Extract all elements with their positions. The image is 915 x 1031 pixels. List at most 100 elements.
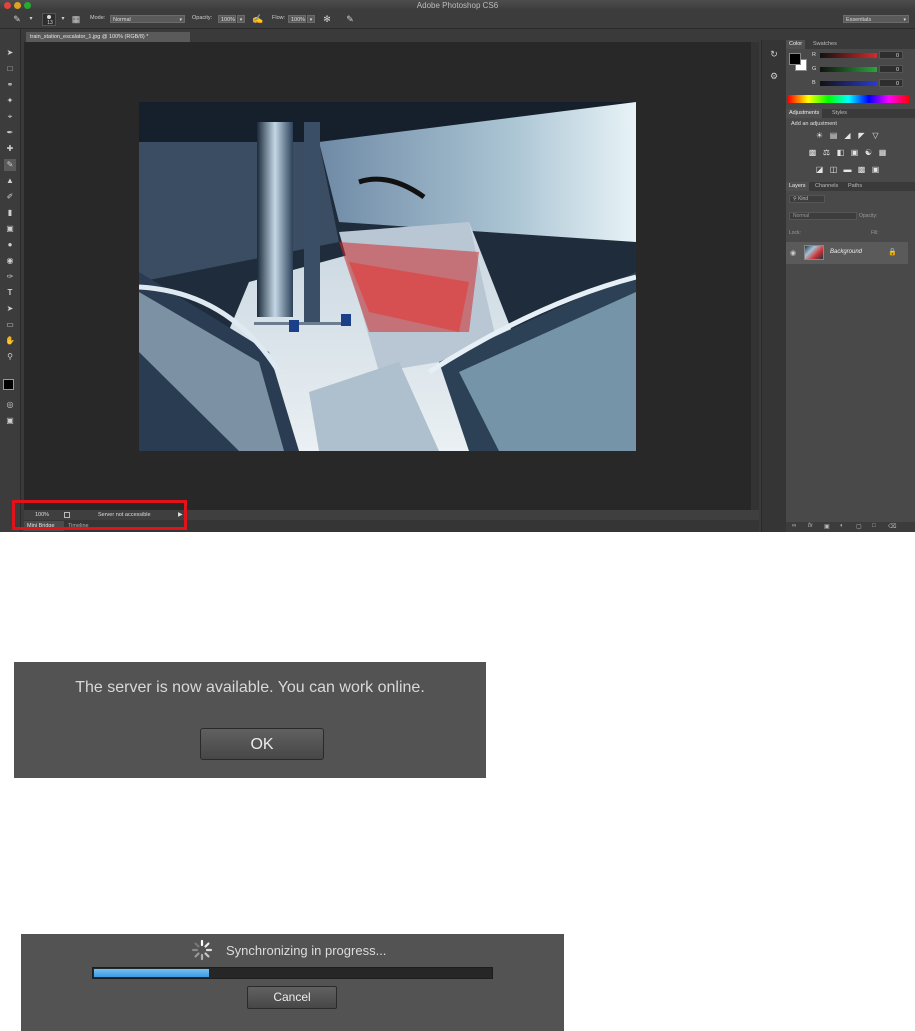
pressure-opacity-icon[interactable]: ✍ <box>252 14 263 24</box>
brush-tool-icon[interactable]: ✎ <box>12 14 22 24</box>
curves-icon[interactable]: ◢ <box>843 131 852 140</box>
pressure-size-icon[interactable]: ✎ <box>345 14 355 24</box>
ok-button[interactable]: OK <box>200 728 324 760</box>
foreground-color-swatch[interactable] <box>3 379 14 390</box>
new-adjustment-icon[interactable]: ◐ <box>840 523 844 529</box>
gradient-tool-icon[interactable]: ▣ <box>4 223 16 235</box>
color-spectrum-ramp[interactable] <box>788 95 909 103</box>
pen-tool-icon[interactable]: ✑ <box>4 271 16 283</box>
channel-value-field[interactable]: 0 <box>879 79 903 87</box>
brush-picker-arrow-icon[interactable]: ▾ <box>58 14 68 24</box>
dodge-tool-icon[interactable]: ◉ <box>4 255 16 267</box>
channel-value-field[interactable]: 0 <box>879 51 903 59</box>
channel-label: R <box>812 52 816 58</box>
cancel-button[interactable]: Cancel <box>247 986 337 1009</box>
link-layers-icon[interactable]: ∞ <box>792 523 796 529</box>
tab-layers[interactable]: Layers <box>786 182 809 191</box>
shape-tool-icon[interactable]: ▭ <box>4 319 16 331</box>
add-mask-icon[interactable]: ▣ <box>824 523 830 530</box>
tab-paths[interactable]: Paths <box>845 182 865 191</box>
photoshop-window: Adobe Photoshop CS6 ✎ ▾ 13 ▾ ▦ Mode: Nor… <box>0 0 915 532</box>
crop-tool-icon[interactable]: ⌖ <box>4 111 16 123</box>
document-tab[interactable]: train_station_escalator_1.jpg @ 100% (RG… <box>26 32 190 42</box>
history-brush-tool-icon[interactable]: ✐ <box>4 191 16 203</box>
history-panel-icon[interactable]: ↻ <box>768 48 780 60</box>
mode-label: Mode: <box>90 15 106 21</box>
eraser-tool-icon[interactable]: ▮ <box>4 207 16 219</box>
chevron-down-icon: ▾ <box>179 17 182 23</box>
invert-icon[interactable]: ◪ <box>815 165 824 174</box>
properties-panel-icon[interactable]: ⚙ <box>768 70 780 82</box>
type-tool-icon[interactable]: T <box>4 287 16 299</box>
tab-channels[interactable]: Channels <box>812 182 841 191</box>
lasso-tool-icon[interactable]: ⚭ <box>4 79 16 91</box>
adjustments-panel-tabs: Adjustments Styles <box>786 109 915 118</box>
train-station-photo <box>139 102 636 451</box>
foreground-color-swatch[interactable] <box>789 53 801 65</box>
tab-swatches[interactable]: Swatches <box>810 40 840 49</box>
brightness-contrast-icon[interactable]: ☀ <box>815 131 824 140</box>
window-title: Adobe Photoshop CS6 <box>416 1 499 10</box>
opacity-label: Opacity: <box>192 15 213 21</box>
layer-style-icon[interactable]: fx <box>808 523 813 529</box>
hue-saturation-icon[interactable]: ▩ <box>808 148 817 157</box>
gradient-map-icon[interactable]: ▩ <box>857 165 866 174</box>
brush-panel-toggle-icon[interactable]: ▦ <box>71 14 81 24</box>
photo-filter-icon[interactable]: ▣ <box>850 148 859 157</box>
channel-label: G <box>812 66 817 72</box>
exposure-icon[interactable]: ◤ <box>857 131 866 140</box>
hand-tool-icon[interactable]: ✋ <box>4 335 16 347</box>
channel-slider[interactable] <box>820 53 877 58</box>
quick-selection-tool-icon[interactable]: ✦ <box>4 95 16 107</box>
preset-dropdown-icon[interactable]: ▾ <box>26 14 36 24</box>
workspace-switcher[interactable]: Essentials ▾ <box>843 15 909 23</box>
color-lookup-icon[interactable]: ▦ <box>878 148 887 157</box>
blur-tool-icon[interactable]: ● <box>4 239 16 251</box>
channel-value-field[interactable]: 0 <box>879 65 903 73</box>
posterize-icon[interactable]: ◫ <box>829 165 838 174</box>
tab-color[interactable]: Color <box>786 40 806 49</box>
quick-mask-icon[interactable]: ◎ <box>4 399 16 411</box>
opacity-dropdown-icon[interactable]: ▾ <box>237 15 245 23</box>
layer-row[interactable]: ◉ Background 🔒 <box>786 242 908 264</box>
blend-mode-select[interactable]: Normal <box>789 212 857 220</box>
tab-adjustments[interactable]: Adjustments <box>786 109 823 118</box>
brush-tool-icon[interactable]: ✎ <box>4 159 16 171</box>
brush-preset-picker[interactable]: 13 <box>42 13 56 26</box>
flow-field[interactable]: 100% <box>288 15 306 23</box>
adjustments-heading: Add an adjustment <box>791 121 837 127</box>
new-group-icon[interactable]: ▢ <box>856 523 862 530</box>
clone-stamp-tool-icon[interactable]: ▲ <box>4 175 16 187</box>
threshold-icon[interactable]: ▬ <box>843 165 852 174</box>
channel-mixer-icon[interactable]: ☯ <box>864 148 873 157</box>
move-tool-icon[interactable]: ➤ <box>4 47 16 59</box>
toolbox: ➤ □ ⚭ ✦ ⌖ ✒ ✚ ✎ ▲ ✐ ▮ ▣ ● ◉ ✑ T ➤ ▭ ✋ ⚲ … <box>0 29 21 532</box>
channel-slider[interactable] <box>820 81 877 86</box>
channel-slider[interactable] <box>820 67 877 72</box>
vibrance-icon[interactable]: ▽ <box>871 131 880 140</box>
dialog-message: The server is now available. You can wor… <box>75 679 425 696</box>
vertical-scrollbar[interactable] <box>751 42 759 510</box>
eyedropper-tool-icon[interactable]: ✒ <box>4 127 16 139</box>
selective-color-icon[interactable]: ▣ <box>871 165 880 174</box>
sync-progress-bar <box>92 967 493 979</box>
flow-dropdown-icon[interactable]: ▾ <box>307 15 315 23</box>
opacity-field[interactable]: 100% <box>218 15 236 23</box>
levels-icon[interactable]: ▤ <box>829 131 838 140</box>
mode-select[interactable]: Normal ▾ <box>110 15 185 23</box>
screen-mode-icon[interactable]: ▣ <box>4 415 16 427</box>
black-white-icon[interactable]: ◧ <box>836 148 845 157</box>
trash-icon[interactable]: ⌫ <box>888 523 896 530</box>
color-panel-tabs: Color Swatches <box>786 40 915 49</box>
eye-visibility-icon[interactable]: ◉ <box>790 249 796 257</box>
path-selection-tool-icon[interactable]: ➤ <box>4 303 16 315</box>
spinner-icon <box>191 939 213 961</box>
zoom-tool-icon[interactable]: ⚲ <box>4 351 16 363</box>
marquee-tool-icon[interactable]: □ <box>4 63 16 75</box>
healing-brush-tool-icon[interactable]: ✚ <box>4 143 16 155</box>
new-layer-icon[interactable]: □ <box>872 523 876 529</box>
layer-filter-kind[interactable]: ⚲ Kind <box>789 195 825 203</box>
tab-styles[interactable]: Styles <box>829 109 850 118</box>
airbrush-icon[interactable]: ✻ <box>322 14 332 24</box>
color-balance-icon[interactable]: ⚖ <box>822 148 831 157</box>
